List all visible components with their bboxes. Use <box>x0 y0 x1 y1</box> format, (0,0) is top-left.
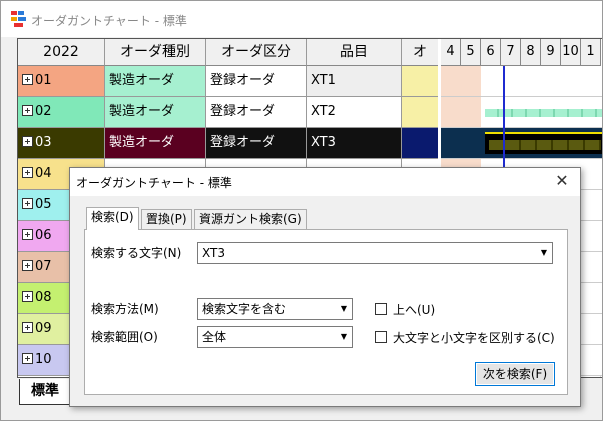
tab-replace[interactable]: 置換(P) <box>141 209 192 229</box>
chevron-down-icon[interactable]: ▼ <box>336 327 352 347</box>
table-row[interactable]: 01 製造オーダ 登録オーダ XT1 <box>18 66 438 97</box>
tab-search[interactable]: 検索(D) <box>86 207 139 230</box>
search-range-label: 検索範囲(O) <box>91 330 158 344</box>
col-header-order-category[interactable]: オーダ区分 <box>206 39 307 66</box>
search-up-checkbox[interactable] <box>375 303 387 315</box>
day-header: 9 <box>541 39 561 66</box>
col-header-order-type[interactable]: オーダ種別 <box>105 39 206 66</box>
gantt-row[interactable] <box>441 66 602 97</box>
search-tab-panel: 検索する文字(N) XT3 ▼ 検索方法(M) 検索文字を含む ▼ 上へ(U) … <box>84 229 568 395</box>
col-header-extra[interactable]: オ <box>402 39 438 66</box>
expand-plus-icon[interactable] <box>22 291 33 302</box>
extra-cell[interactable] <box>402 97 438 128</box>
table-row[interactable]: 02 製造オーダ 登録オーダ XT2 <box>18 97 438 128</box>
expand-plus-icon[interactable] <box>22 353 33 364</box>
row-id-cell-text: 10 <box>35 352 52 367</box>
chevron-down-icon[interactable]: ▼ <box>536 243 552 263</box>
order-category-cell[interactable]: 登録オーダ <box>206 128 307 159</box>
window-title: オーダガントチャート - 標準 <box>31 14 187 28</box>
expand-plus-icon[interactable] <box>22 167 33 178</box>
day-header: 10 <box>561 39 581 66</box>
order-type-cell[interactable]: 製造オーダ <box>105 97 206 128</box>
col-header-year[interactable]: 2022 <box>18 39 105 66</box>
row-id-cell[interactable]: 03 <box>18 128 105 159</box>
row-id-cell[interactable]: 02 <box>18 97 105 128</box>
table-row[interactable]: 03 製造オーダ 登録オーダ XT3 <box>18 128 438 159</box>
item-cell-text: XT1 <box>311 73 336 88</box>
find-dialog: オーダガントチャート - 標準 ✕ 検索(D) 置換(P) 資源ガント検索(G)… <box>69 167 581 407</box>
search-up-label: 上へ(U) <box>393 303 436 317</box>
app-window: オーダガントチャート - 標準 2022 オーダ種別 オーダ区分 品目 オ 01… <box>0 0 603 421</box>
extra-cell[interactable] <box>402 66 438 97</box>
item-cell[interactable]: XT2 <box>307 97 402 128</box>
gantt-row[interactable] <box>441 97 602 128</box>
row-id-cell-text: 01 <box>35 73 52 88</box>
row-id-cell-text: 09 <box>35 321 52 336</box>
tab-resource-gantt-search[interactable]: 資源ガント検索(G) <box>194 209 307 229</box>
extra-cell[interactable] <box>402 128 438 159</box>
expand-plus-icon[interactable] <box>22 322 33 333</box>
day-header: 7 <box>501 39 521 66</box>
row-id-cell-text: 04 <box>35 166 52 181</box>
expand-plus-icon[interactable] <box>22 105 33 116</box>
search-text-label: 検索する文字(N) <box>91 246 182 260</box>
gantt-bar-fill <box>489 140 601 150</box>
day-header: 4 <box>441 39 461 66</box>
day-header: 8 <box>521 39 541 66</box>
gantt-row[interactable] <box>441 128 602 159</box>
day-header: 6 <box>481 39 501 66</box>
search-method-label: 検索方法(M) <box>91 302 159 316</box>
expand-plus-icon[interactable] <box>22 229 33 240</box>
order-category-cell-text: 登録オーダ <box>210 104 276 119</box>
order-category-cell[interactable]: 登録オーダ <box>206 66 307 97</box>
close-icon[interactable]: ✕ <box>552 171 572 191</box>
dialog-title-bar: オーダガントチャート - 標準 ✕ <box>70 168 580 196</box>
item-cell-text: XT3 <box>311 135 336 150</box>
search-method-select[interactable]: 検索文字を含む ▼ <box>197 298 353 320</box>
chevron-down-icon[interactable]: ▼ <box>336 299 352 319</box>
order-type-cell[interactable]: 製造オーダ <box>105 128 206 159</box>
search-text-value: XT3 <box>202 246 225 260</box>
title-bar: オーダガントチャート - 標準 <box>1 1 602 37</box>
row-id-cell-text: 07 <box>35 259 52 274</box>
search-method-value: 検索文字を含む <box>202 302 287 316</box>
item-cell[interactable]: XT1 <box>307 66 402 97</box>
order-type-cell-text: 製造オーダ <box>109 135 175 150</box>
row-id-cell-text: 05 <box>35 197 52 212</box>
order-type-cell-text: 製造オーダ <box>109 73 175 88</box>
day-header: 1 <box>581 39 601 66</box>
sheet-tab-standard[interactable]: 標準 <box>19 379 71 405</box>
order-type-cell-text: 製造オーダ <box>109 104 175 119</box>
search-text-combo[interactable]: XT3 ▼ <box>197 242 553 264</box>
day-header: 5 <box>461 39 481 66</box>
order-category-cell-text: 登録オーダ <box>210 73 276 88</box>
order-type-cell[interactable]: 製造オーダ <box>105 66 206 97</box>
expand-plus-icon[interactable] <box>22 136 33 147</box>
expand-plus-icon[interactable] <box>22 260 33 271</box>
row-id-cell-text: 08 <box>35 290 52 305</box>
row-id-cell[interactable]: 01 <box>18 66 105 97</box>
app-gantt-icon <box>11 11 27 27</box>
dialog-title: オーダガントチャート - 標準 <box>76 176 232 190</box>
item-cell-text: XT2 <box>311 104 336 119</box>
search-range-value: 全体 <box>202 330 227 344</box>
order-category-cell[interactable]: 登録オーダ <box>206 97 307 128</box>
match-case-label: 大文字と小文字を区別する(C) <box>393 331 555 345</box>
row-id-cell-text: 02 <box>35 104 52 119</box>
row-id-cell-text: 03 <box>35 135 52 150</box>
expand-plus-icon[interactable] <box>22 198 33 209</box>
find-next-button[interactable]: 次を検索(F) <box>475 362 555 386</box>
expand-plus-icon[interactable] <box>22 74 33 85</box>
row-id-cell-text: 06 <box>35 228 52 243</box>
order-category-cell-text: 登録オーダ <box>210 135 276 150</box>
item-cell[interactable]: XT3 <box>307 128 402 159</box>
match-case-checkbox[interactable] <box>375 331 387 343</box>
col-header-item[interactable]: 品目 <box>307 39 402 66</box>
search-range-select[interactable]: 全体 ▼ <box>197 326 353 348</box>
